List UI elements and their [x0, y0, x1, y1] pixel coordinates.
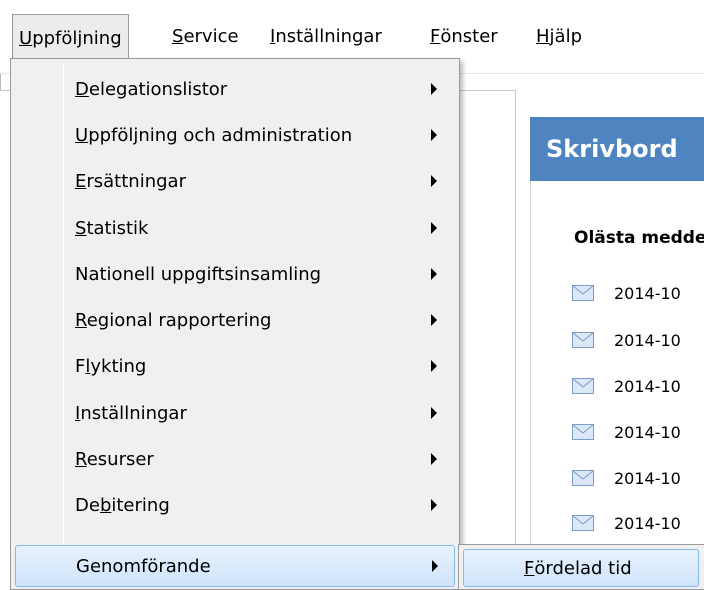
submenu-arrow-icon	[431, 222, 437, 234]
message-row[interactable]: 2014-10	[572, 465, 704, 491]
menu-item-label: Genomförande	[76, 556, 211, 577]
message-date: 2014-10	[614, 330, 681, 350]
submenu-arrow-icon	[431, 83, 437, 95]
message-date: 2014-10	[614, 376, 681, 396]
menu-item-regional-rapportering[interactable]: Regional rapportering	[15, 300, 455, 340]
envelope-icon	[572, 332, 594, 348]
menu-item-label: Resurser	[75, 449, 154, 470]
mnemonic: R	[75, 448, 87, 470]
menu-item-label: Statistik	[75, 218, 148, 239]
menu-installningar[interactable]: Inställningar	[264, 14, 388, 58]
desk-title: Skrivbord	[530, 117, 704, 181]
message-date: 2014-10	[614, 513, 681, 533]
menu-service[interactable]: Service	[166, 14, 245, 58]
label-text: ppföljning och administration	[88, 124, 353, 146]
label-text: nställningar	[80, 402, 187, 424]
menu-item-label: Uppföljning och administration	[75, 125, 352, 146]
label-text: rsättningar	[86, 170, 186, 192]
mnemonic: F	[524, 557, 535, 579]
menu-uppfoljning-mnemonic: U	[19, 27, 33, 49]
label-prefix: De	[75, 494, 100, 516]
menu-item-label: Ersättningar	[75, 171, 186, 192]
label-text: Nationell uppgiftsinsamling	[75, 263, 322, 285]
menu-item-flykting[interactable]: Flykting	[15, 346, 455, 386]
envelope-icon	[572, 424, 594, 440]
message-row[interactable]: 2014-10	[572, 327, 704, 353]
submenu-arrow-icon	[431, 499, 437, 511]
menu-fonster[interactable]: Fönster	[424, 14, 504, 58]
menu-item-nationell-uppgiftsinsamling[interactable]: Nationell uppgiftsinsamling	[15, 254, 455, 294]
menu-item-label: Nationell uppgiftsinsamling	[75, 264, 321, 285]
label-text: tatistik	[86, 217, 149, 239]
submenu-arrow-icon	[431, 129, 437, 141]
envelope-icon	[572, 515, 594, 531]
label-text: egional rapportering	[86, 309, 272, 331]
menu-fonster-label: önster	[440, 25, 498, 47]
label-text: elegationslistor	[88, 78, 228, 100]
menu-item-statistik[interactable]: Statistik	[15, 208, 455, 248]
menu-item-resurser[interactable]: Resurser	[15, 439, 455, 479]
label-text: ördelad tid	[534, 557, 632, 579]
menu-item-uppfoljning-och-administration[interactable]: Uppföljning och administration	[15, 115, 455, 155]
menu-installningar-label: nställningar	[275, 25, 382, 47]
menu-uppfoljning[interactable]: Uppföljning	[12, 14, 129, 61]
menu-item-label: Inställningar	[75, 403, 187, 424]
menu-hjalp-mnemonic: H	[536, 25, 550, 47]
envelope-icon	[572, 378, 594, 394]
genomforande-submenu: Fördelad tid	[458, 544, 704, 590]
message-row[interactable]: 2014-10	[572, 373, 704, 399]
message-date: 2014-10	[614, 283, 681, 303]
uppfoljning-dropdown: Delegationslistor Uppföljning och admini…	[10, 58, 460, 590]
menu-service-mnemonic: S	[172, 25, 184, 47]
message-date: 2014-10	[614, 468, 681, 488]
menu-item-debitering[interactable]: Debitering	[15, 485, 455, 525]
unread-messages-title: Olästa meddelanden	[574, 228, 704, 248]
label-prefix: F	[75, 355, 86, 377]
menu-item-label: Regional rapportering	[75, 310, 271, 331]
submenu-arrow-icon	[432, 560, 438, 572]
mnemonic: D	[75, 78, 89, 100]
menu-item-label: Delegationslistor	[75, 79, 227, 100]
label-text: itering	[111, 494, 170, 516]
submenu-arrow-icon	[431, 314, 437, 326]
menu-item-label: Debitering	[75, 495, 170, 516]
menu-item-installningar[interactable]: Inställningar	[15, 393, 455, 433]
message-row[interactable]: 2014-10	[572, 510, 704, 536]
submenu-arrow-icon	[431, 360, 437, 372]
label-text: esurser	[86, 448, 154, 470]
menu-item-label: Flykting	[75, 356, 146, 377]
submenu-arrow-icon	[431, 268, 437, 280]
label-text: ykting	[90, 355, 147, 377]
message-row[interactable]: 2014-10	[572, 419, 704, 445]
label-text: Genomförande	[76, 555, 211, 577]
mnemonic: R	[75, 309, 87, 331]
envelope-icon	[572, 285, 594, 301]
mnemonic: U	[75, 124, 89, 146]
submenu-arrow-icon	[431, 407, 437, 419]
message-date: 2014-10	[614, 422, 681, 442]
menu-uppfoljning-label: ppföljning	[32, 27, 122, 49]
menu-item-delegationslistor[interactable]: Delegationslistor	[15, 69, 455, 109]
menu-item-genomforande[interactable]: Genomförande	[15, 545, 455, 587]
menu-item-ersattningar[interactable]: Ersättningar	[15, 161, 455, 201]
submenu-item-fordelad-tid[interactable]: Fördelad tid	[463, 549, 699, 587]
mnemonic: E	[75, 170, 87, 192]
mnemonic: S	[75, 217, 87, 239]
message-row[interactable]: 2014-10	[572, 280, 704, 306]
menu-service-label: ervice	[183, 25, 239, 47]
menu-hjalp[interactable]: Hjälp	[530, 14, 588, 58]
mnemonic: b	[99, 494, 112, 516]
submenu-arrow-icon	[431, 175, 437, 187]
menu-fonster-mnemonic: F	[430, 25, 441, 47]
menu-hjalp-label: jälp	[549, 25, 583, 47]
envelope-icon	[572, 470, 594, 486]
submenu-arrow-icon	[431, 453, 437, 465]
